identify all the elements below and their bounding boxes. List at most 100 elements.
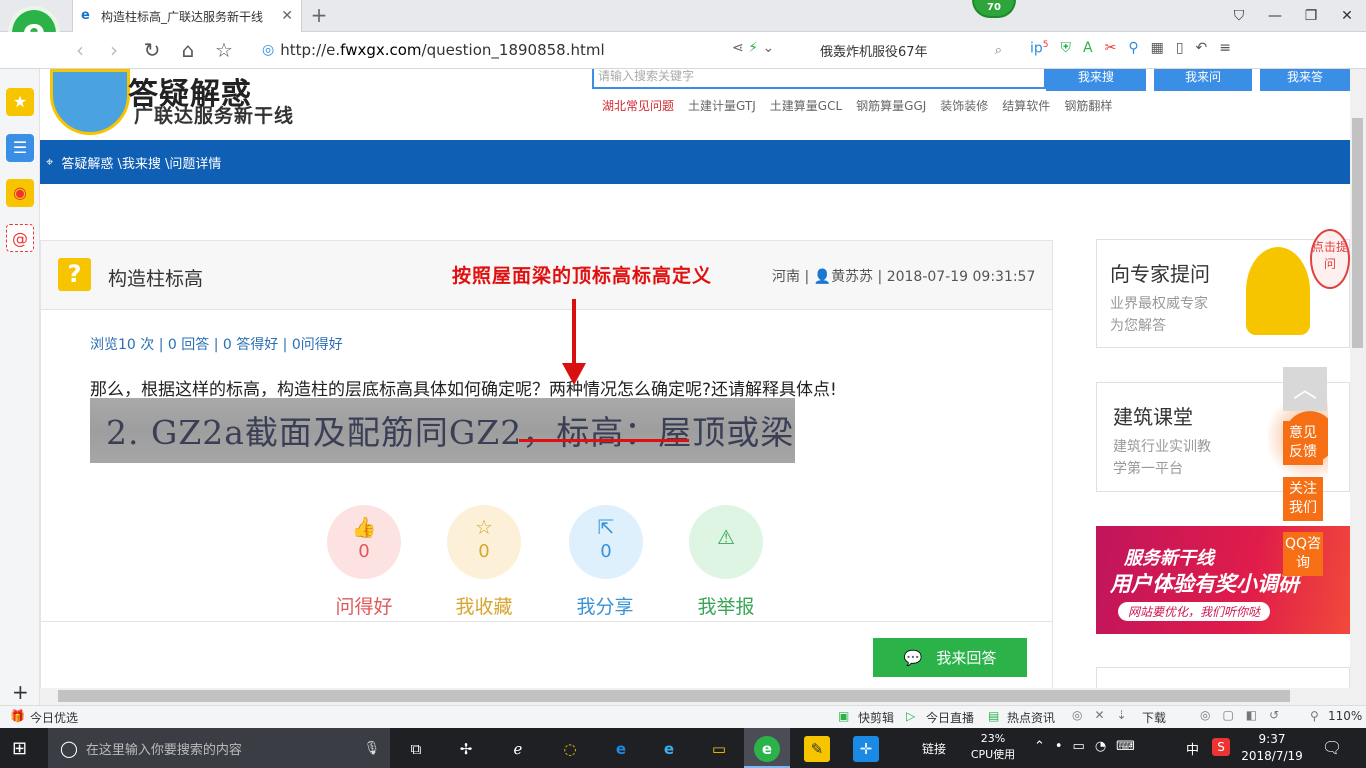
secure-globe-icon: ◎ [262, 42, 275, 58]
status-item[interactable]: 今日直播 [926, 709, 974, 726]
file-explorer-icon[interactable]: ▭ [706, 736, 732, 762]
app-fan-icon[interactable]: ✢ [453, 736, 479, 762]
ad-line-2: 用户体验有奖小调研 [1110, 572, 1299, 596]
phone-icon[interactable]: ▯ [1176, 40, 1184, 57]
hot-link[interactable]: 装饰装修 [940, 97, 988, 114]
refresh-icon[interactable]: ↻ [140, 38, 164, 62]
scissors-icon[interactable]: ✂ [1105, 40, 1117, 57]
status-item[interactable]: 下载 [1142, 709, 1166, 726]
cpu-usage-widget[interactable]: 23% CPU使用 [968, 731, 1018, 763]
apps-icon[interactable]: ▦ [1151, 40, 1164, 57]
click-ask-tag[interactable]: 点击提问 [1310, 229, 1350, 289]
close-window-button[interactable]: ✕ [1334, 4, 1360, 28]
video-edit-icon: ▣ [838, 709, 850, 723]
back-to-top-icon[interactable]: ︿ [1283, 367, 1327, 411]
browser-tab[interactable]: e 构造柱标高_广联达服务新干线 ✕ [72, 0, 302, 32]
browser-search-input[interactable]: 俄轰炸机服役67年 ⌕ [812, 36, 1008, 64]
bookmark-star-icon[interactable]: ☆ [212, 38, 236, 62]
feedback-button[interactable]: 意见反馈 [1283, 421, 1323, 465]
report-label[interactable]: 我举报 [676, 592, 776, 619]
share-label[interactable]: 我分享 [555, 592, 655, 619]
hot-link[interactable]: 钢筋翻样 [1064, 97, 1112, 114]
sogou-ime-icon[interactable]: S [1212, 738, 1230, 756]
favorite-label[interactable]: 我收藏 [434, 592, 534, 619]
horizontal-scroll-thumb[interactable] [58, 690, 1290, 702]
ask-expert-sub: 为您解答 [1110, 318, 1166, 334]
forward-icon[interactable]: › [102, 38, 126, 62]
chat-bubble-icon: 💬 [903, 648, 923, 667]
task-view-icon[interactable]: ⧉ [403, 736, 429, 762]
edge-icon[interactable]: e [608, 736, 634, 762]
qq-consult-button[interactable]: QQ咨询 [1283, 532, 1323, 576]
share-icon[interactable]: ⋖ ⚡ ⌄ [732, 40, 774, 56]
vertical-scroll-thumb[interactable] [1352, 118, 1363, 348]
minimize-button[interactable]: — [1262, 4, 1288, 28]
translate-icon[interactable]: A [1083, 40, 1093, 57]
answer-button-label: 我来回答 [936, 649, 997, 667]
question-photo[interactable]: 2. GZ2a截面及配筋同GZ2，标高：屋顶或梁顶~21.400. [90, 398, 795, 463]
sidebar-add-icon[interactable]: + [12, 680, 29, 704]
ie-browser-icon[interactable]: ℯ [505, 736, 531, 762]
tray-icons[interactable]: ⌃•▭◔⌨ [1034, 739, 1145, 754]
notes-app-icon[interactable]: ✎ [804, 736, 830, 762]
favorites-star-icon[interactable]: ★ [6, 88, 34, 116]
shirt-icon[interactable]: ⛉ [1226, 4, 1252, 28]
like-button[interactable]: 👍 0 [327, 505, 401, 579]
news-list-icon[interactable]: ☰ [6, 134, 34, 162]
windows-start-icon[interactable]: ⊞ [12, 738, 27, 759]
url-bar[interactable]: ◎ http://e. fwxgx.com/question_1890858.ht… [262, 36, 802, 64]
search-button[interactable]: 我来搜 [1046, 69, 1146, 91]
hot-link[interactable]: 土建计量GTJ [688, 97, 756, 114]
ask-button[interactable]: 我来问 [1154, 69, 1252, 91]
status-item[interactable]: 快剪辑 [858, 709, 894, 726]
status-item[interactable]: 热点资讯 [1007, 709, 1055, 726]
internet-explorer-icon[interactable]: e [656, 736, 682, 762]
status-tool-icons[interactable]: ◎✕⇣ [1072, 708, 1139, 722]
new-tab-button[interactable]: + [308, 4, 330, 26]
microphone-icon[interactable]: 🎙 [363, 741, 380, 756]
hot-link[interactable]: 结算软件 [1002, 97, 1050, 114]
home-icon[interactable]: ⌂ [176, 38, 200, 62]
mail-icon[interactable]: @ [6, 224, 34, 252]
site-search-input[interactable]: 请输入搜索关键字 [592, 69, 1046, 89]
magnifier-icon[interactable]: ⚲ [1128, 40, 1138, 57]
shield-icon[interactable]: ⛨ [1061, 40, 1072, 57]
breadcrumb-text[interactable]: 答疑解惑 \我来搜 \问题详情 [61, 153, 221, 172]
zoom-icon: ⚲ [1310, 709, 1319, 723]
search-icon[interactable]: ⌕ [995, 43, 1008, 58]
follow-us-button[interactable]: 关注我们 [1283, 477, 1323, 521]
back-icon[interactable]: ‹ [68, 38, 92, 62]
status-misc-icons[interactable]: ◎▢◧↺ [1200, 708, 1291, 722]
extension-icon[interactable]: ip5 [1030, 40, 1049, 57]
favorite-button[interactable]: ☆ 0 [447, 505, 521, 579]
hot-link[interactable]: 土建算量GCL [770, 97, 842, 114]
share-button[interactable]: ⇱ 0 [569, 505, 643, 579]
taskbar-clock[interactable]: 9:37 2018/7/19 [1240, 731, 1304, 765]
browser-sidebar [0, 69, 40, 707]
red-underline-mark [519, 439, 689, 442]
app-plus-icon[interactable]: ✛ [853, 736, 879, 762]
hot-link[interactable]: 钢筋算量GGJ [856, 97, 926, 114]
tab-close-icon[interactable]: ✕ [281, 8, 293, 24]
daily-picks-link[interactable]: 今日优选 [30, 709, 78, 726]
notification-center-icon[interactable]: 🗨 [1322, 738, 1342, 757]
like-label[interactable]: 问得好 [314, 592, 414, 619]
hot-links: 湖北常见问题 土建计量GTJ 土建算量GCL 钢筋算量GGJ 装饰装修 结算软件… [602, 97, 1112, 114]
hot-link[interactable]: 湖北常见问题 [602, 97, 674, 114]
restore-button[interactable]: ❐ [1298, 4, 1324, 28]
app-swirl-icon[interactable]: ◌ [557, 736, 583, 762]
taskbar-link-label[interactable]: 链接 [922, 740, 946, 757]
zoom-level[interactable]: 110% [1328, 709, 1362, 723]
menu-icon[interactable]: ≡ [1219, 40, 1231, 57]
weibo-icon[interactable]: ◉ [6, 179, 34, 207]
question-author[interactable]: 黄苏苏 [831, 269, 873, 285]
undo-icon[interactable]: ↶ [1196, 40, 1208, 57]
thumbs-up-icon: 👍 [351, 515, 377, 539]
ad-line-1: 服务新干线 [1124, 548, 1214, 569]
answer-top-button[interactable]: 我来答 [1260, 69, 1350, 91]
report-button[interactable]: ⚠ [689, 505, 763, 579]
answer-button[interactable]: 💬 我来回答 [873, 638, 1027, 677]
question-meta: 河南 | 👤黄苏苏 | 2018-07-19 09:31:57 [772, 269, 1036, 285]
ime-indicator[interactable]: 中 [1186, 739, 1199, 758]
taskbar-search-input[interactable]: ◯ 在这里输入你要搜索的内容 🎙 [48, 728, 390, 768]
